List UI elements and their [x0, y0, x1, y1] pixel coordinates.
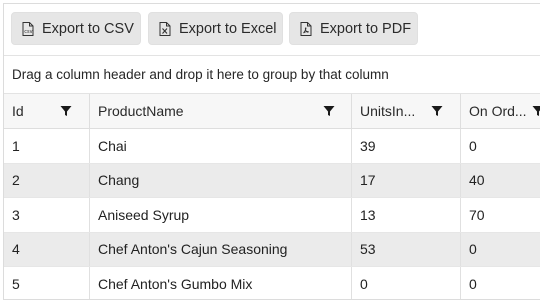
- column-header-label: UnitsIn...: [360, 103, 416, 119]
- table-row[interactable]: 2 Chang 17 40: [4, 163, 540, 198]
- cell-id: 4: [4, 232, 90, 266]
- export-pdf-button[interactable]: Export to PDF: [289, 12, 418, 45]
- table-row[interactable]: 3 Aniseed Syrup 13 70: [4, 198, 540, 233]
- column-header-unitsinstock[interactable]: UnitsIn...: [352, 94, 461, 128]
- cell-product-name: Chai: [90, 129, 352, 163]
- grid-body: 1 Chai 39 0 2 Chang 17 40 3 Aniseed Syru…: [4, 129, 540, 299]
- export-pdf-label: Export to PDF: [320, 20, 412, 37]
- table-row[interactable]: 5 Chef Anton's Gumbo Mix 0 0: [4, 267, 540, 299]
- cell-on-order: 0: [461, 233, 540, 267]
- column-header-onorder[interactable]: On Ord...: [461, 94, 540, 128]
- cell-id: 2: [4, 163, 90, 197]
- cell-units-in-stock: 0: [352, 267, 461, 299]
- column-header-id[interactable]: Id: [4, 94, 90, 128]
- cell-product-name: Chef Anton's Cajun Seasoning: [90, 232, 352, 266]
- cell-units-in-stock: 17: [352, 163, 461, 197]
- column-header-label: Id: [12, 103, 24, 119]
- filter-icon[interactable]: [60, 105, 72, 117]
- cell-on-order: 0: [461, 129, 540, 163]
- table-row[interactable]: 4 Chef Anton's Cajun Seasoning 53 0: [4, 232, 540, 267]
- pdf-file-icon: [300, 21, 312, 36]
- column-header-label: On Ord...: [469, 103, 527, 119]
- filter-icon[interactable]: [323, 105, 335, 117]
- cell-units-in-stock: 13: [352, 198, 461, 232]
- column-header-productname[interactable]: ProductName: [90, 94, 352, 128]
- filter-icon[interactable]: [532, 105, 540, 117]
- cell-product-name: Chef Anton's Gumbo Mix: [90, 267, 352, 299]
- cell-on-order: 70: [461, 198, 540, 232]
- filter-icon[interactable]: [431, 105, 443, 117]
- export-csv-label: Export to CSV: [42, 20, 134, 37]
- column-header-label: ProductName: [98, 103, 184, 119]
- cell-on-order: 0: [461, 267, 540, 299]
- group-drop-panel[interactable]: Drag a column header and drop it here to…: [4, 55, 540, 94]
- grid-header-row: Id ProductName UnitsIn... On Ord...: [4, 94, 540, 129]
- svg-text:csv: csv: [24, 29, 32, 35]
- cell-on-order: 40: [461, 164, 540, 198]
- export-excel-button[interactable]: Export to Excel: [148, 12, 283, 45]
- export-excel-label: Export to Excel: [179, 20, 277, 37]
- cell-product-name: Chang: [90, 163, 352, 197]
- export-csv-button[interactable]: csv Export to CSV: [11, 12, 141, 45]
- table-row[interactable]: 1 Chai 39 0: [4, 129, 540, 164]
- grid-toolbar: csv Export to CSV Export to Excel Export…: [4, 4, 540, 55]
- cell-units-in-stock: 53: [352, 232, 461, 266]
- excel-file-icon: [159, 21, 171, 36]
- csv-file-icon: csv: [22, 21, 34, 36]
- cell-units-in-stock: 39: [352, 129, 461, 163]
- data-grid: csv Export to CSV Export to Excel Export…: [3, 3, 540, 300]
- cell-id: 3: [4, 198, 90, 232]
- cell-product-name: Aniseed Syrup: [90, 198, 352, 232]
- group-panel-hint: Drag a column header and drop it here to…: [12, 67, 389, 82]
- cell-id: 1: [4, 129, 90, 163]
- cell-id: 5: [4, 267, 90, 299]
